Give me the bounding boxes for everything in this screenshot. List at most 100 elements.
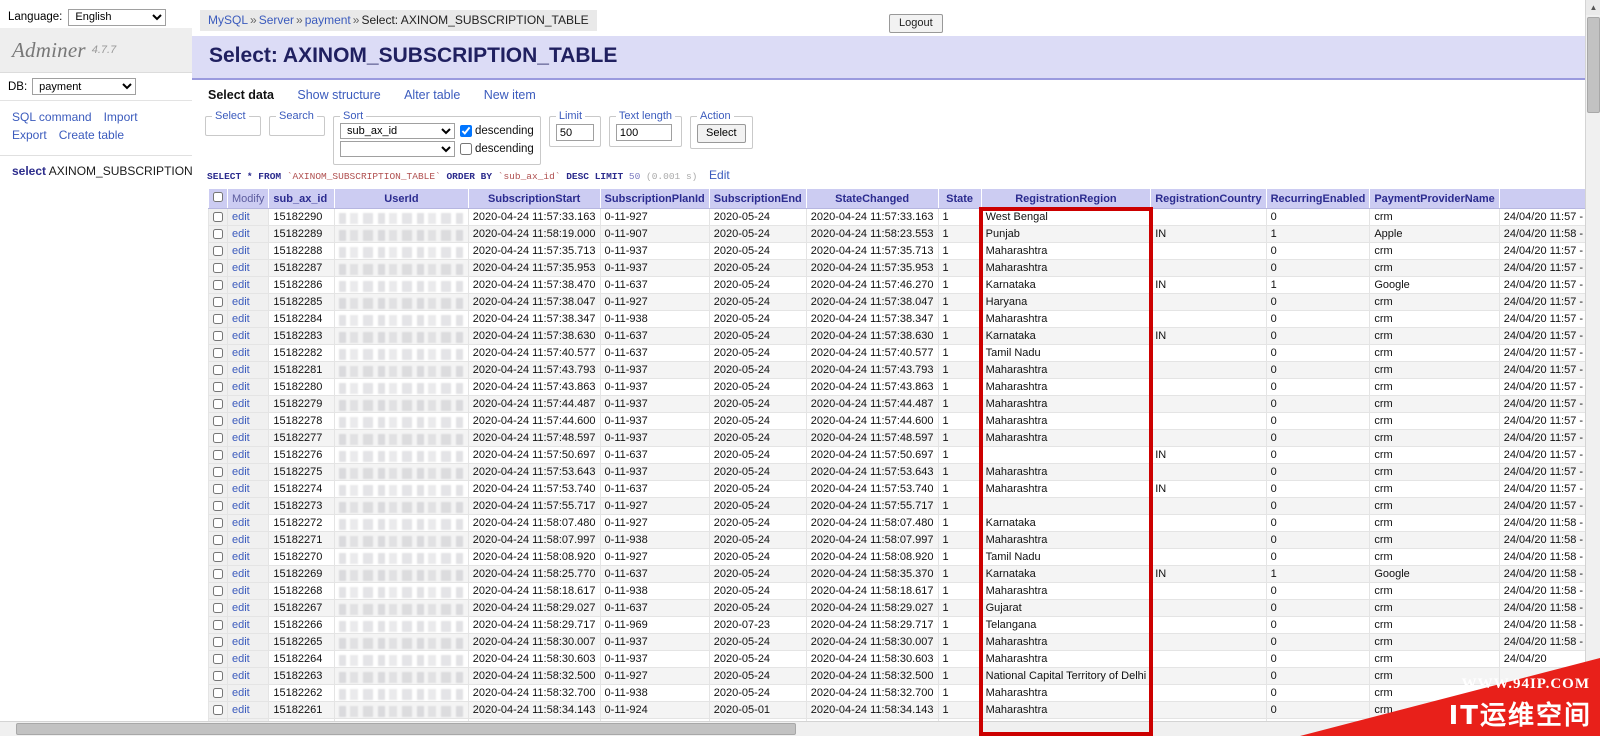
edit-link[interactable]: edit bbox=[232, 432, 250, 444]
row-select-checkbox[interactable] bbox=[213, 212, 223, 223]
row-select-checkbox[interactable] bbox=[213, 365, 223, 376]
row-edit-cell[interactable]: edit bbox=[226, 633, 270, 651]
column-header-subscription-end[interactable]: SubscriptionEnd bbox=[708, 188, 807, 209]
edit-link[interactable]: edit bbox=[232, 262, 250, 274]
row-select-cell[interactable] bbox=[208, 548, 228, 566]
tab-alter-table[interactable]: Alter table bbox=[404, 88, 460, 102]
row-edit-cell[interactable]: edit bbox=[226, 344, 270, 362]
row-select-cell[interactable] bbox=[208, 378, 228, 396]
row-select-cell[interactable] bbox=[208, 310, 228, 328]
row-edit-cell[interactable]: edit bbox=[226, 242, 270, 260]
scroll-up-arrow-icon[interactable]: ▲ bbox=[1586, 0, 1600, 15]
edit-link[interactable]: edit bbox=[232, 483, 250, 495]
row-edit-cell[interactable]: edit bbox=[226, 259, 270, 277]
row-select-checkbox[interactable] bbox=[213, 552, 223, 563]
row-select-checkbox[interactable] bbox=[213, 484, 223, 495]
row-select-cell[interactable] bbox=[208, 616, 228, 634]
row-edit-cell[interactable]: edit bbox=[226, 497, 270, 515]
select-all-checkbox[interactable] bbox=[213, 192, 223, 202]
row-select-checkbox[interactable] bbox=[213, 586, 223, 597]
row-select-checkbox[interactable] bbox=[213, 416, 223, 427]
edit-link[interactable]: edit bbox=[232, 517, 250, 529]
column-header-user-id[interactable]: UserId bbox=[334, 188, 469, 209]
row-edit-cell[interactable]: edit bbox=[226, 599, 270, 617]
row-select-checkbox[interactable] bbox=[213, 671, 223, 682]
horizontal-scrollbar[interactable] bbox=[0, 721, 1585, 736]
row-select-cell[interactable] bbox=[208, 208, 228, 226]
tab-select-data[interactable]: Select data bbox=[208, 88, 274, 102]
select-submit-button[interactable]: Select bbox=[697, 124, 746, 143]
row-select-cell[interactable] bbox=[208, 259, 228, 277]
column-header-state[interactable]: State bbox=[937, 188, 982, 209]
row-edit-cell[interactable]: edit bbox=[226, 514, 270, 532]
row-select-cell[interactable] bbox=[208, 684, 228, 702]
row-select-checkbox[interactable] bbox=[213, 229, 223, 240]
row-select-checkbox[interactable] bbox=[213, 620, 223, 631]
row-select-checkbox[interactable] bbox=[213, 569, 223, 580]
row-edit-cell[interactable]: edit bbox=[226, 616, 270, 634]
search-fieldset[interactable]: Search bbox=[269, 110, 325, 136]
row-select-cell[interactable] bbox=[208, 480, 228, 498]
row-select-checkbox[interactable] bbox=[213, 297, 223, 308]
row-select-cell[interactable] bbox=[208, 446, 228, 464]
results-table-container[interactable]: Modify sub_ax_id UserId SubscriptionStar… bbox=[208, 188, 1600, 736]
vertical-scroll-thumb[interactable] bbox=[1587, 17, 1600, 113]
horizontal-scroll-thumb[interactable] bbox=[16, 723, 796, 735]
edit-link[interactable]: edit bbox=[232, 398, 250, 410]
row-select-cell[interactable] bbox=[208, 667, 228, 685]
row-edit-cell[interactable]: edit bbox=[226, 378, 270, 396]
edit-link[interactable]: edit bbox=[232, 585, 250, 597]
row-select-checkbox[interactable] bbox=[213, 637, 223, 648]
column-header-subscription-start[interactable]: SubscriptionStart bbox=[467, 188, 601, 209]
row-select-checkbox[interactable] bbox=[213, 654, 223, 665]
edit-link[interactable]: edit bbox=[232, 687, 250, 699]
edit-link[interactable]: edit bbox=[232, 619, 250, 631]
select-all-header[interactable] bbox=[208, 188, 228, 209]
row-select-checkbox[interactable] bbox=[213, 450, 223, 461]
edit-link[interactable]: edit bbox=[232, 347, 250, 359]
edit-link[interactable]: edit bbox=[232, 568, 250, 580]
tab-new-item[interactable]: New item bbox=[484, 88, 536, 102]
row-edit-cell[interactable]: edit bbox=[226, 565, 270, 583]
row-edit-cell[interactable]: edit bbox=[226, 208, 270, 226]
row-edit-cell[interactable]: edit bbox=[226, 582, 270, 600]
row-select-checkbox[interactable] bbox=[213, 535, 223, 546]
row-edit-cell[interactable]: edit bbox=[226, 548, 270, 566]
row-select-checkbox[interactable] bbox=[213, 603, 223, 614]
row-select-checkbox[interactable] bbox=[213, 246, 223, 257]
row-select-checkbox[interactable] bbox=[213, 280, 223, 291]
column-header-payment-provider-name[interactable]: PaymentProviderName bbox=[1369, 188, 1500, 209]
row-select-cell[interactable] bbox=[208, 650, 228, 668]
row-edit-cell[interactable]: edit bbox=[226, 395, 270, 413]
edit-link[interactable]: edit bbox=[232, 500, 250, 512]
row-edit-cell[interactable]: edit bbox=[226, 480, 270, 498]
vertical-scrollbar[interactable]: ▲ ▼ bbox=[1585, 0, 1600, 721]
tab-show-structure[interactable]: Show structure bbox=[297, 88, 380, 102]
sidebar-link-export[interactable]: Export bbox=[12, 128, 47, 142]
row-select-cell[interactable] bbox=[208, 497, 228, 515]
edit-link[interactable]: edit bbox=[232, 415, 250, 427]
edit-link[interactable]: edit bbox=[232, 653, 250, 665]
row-select-checkbox[interactable] bbox=[213, 331, 223, 342]
limit-input[interactable] bbox=[555, 124, 594, 141]
column-header-registration-country[interactable]: RegistrationCountry bbox=[1150, 188, 1267, 209]
row-select-cell[interactable] bbox=[208, 327, 228, 345]
logout-button[interactable]: Logout bbox=[889, 14, 943, 33]
edit-link[interactable]: edit bbox=[232, 313, 250, 325]
edit-link[interactable]: edit bbox=[232, 636, 250, 648]
row-edit-cell[interactable]: edit bbox=[226, 361, 270, 379]
select-fieldset[interactable]: Select bbox=[205, 110, 261, 136]
row-select-checkbox[interactable] bbox=[213, 314, 223, 325]
text-length-input[interactable] bbox=[615, 124, 672, 141]
sort-descending-label-1[interactable]: descending bbox=[460, 125, 534, 137]
edit-link[interactable]: edit bbox=[232, 449, 250, 461]
column-header-subscription-plan-id[interactable]: SubscriptionPlanId bbox=[599, 188, 710, 209]
row-edit-cell[interactable]: edit bbox=[226, 412, 270, 430]
row-select-cell[interactable] bbox=[208, 293, 228, 311]
edit-link[interactable]: edit bbox=[232, 228, 250, 240]
sort-descending-checkbox-1[interactable] bbox=[460, 125, 472, 137]
breadcrumb-item-payment[interactable]: payment bbox=[305, 13, 351, 27]
row-select-checkbox[interactable] bbox=[213, 399, 223, 410]
row-edit-cell[interactable]: edit bbox=[226, 225, 270, 243]
sort-column-select-2[interactable] bbox=[340, 141, 455, 157]
